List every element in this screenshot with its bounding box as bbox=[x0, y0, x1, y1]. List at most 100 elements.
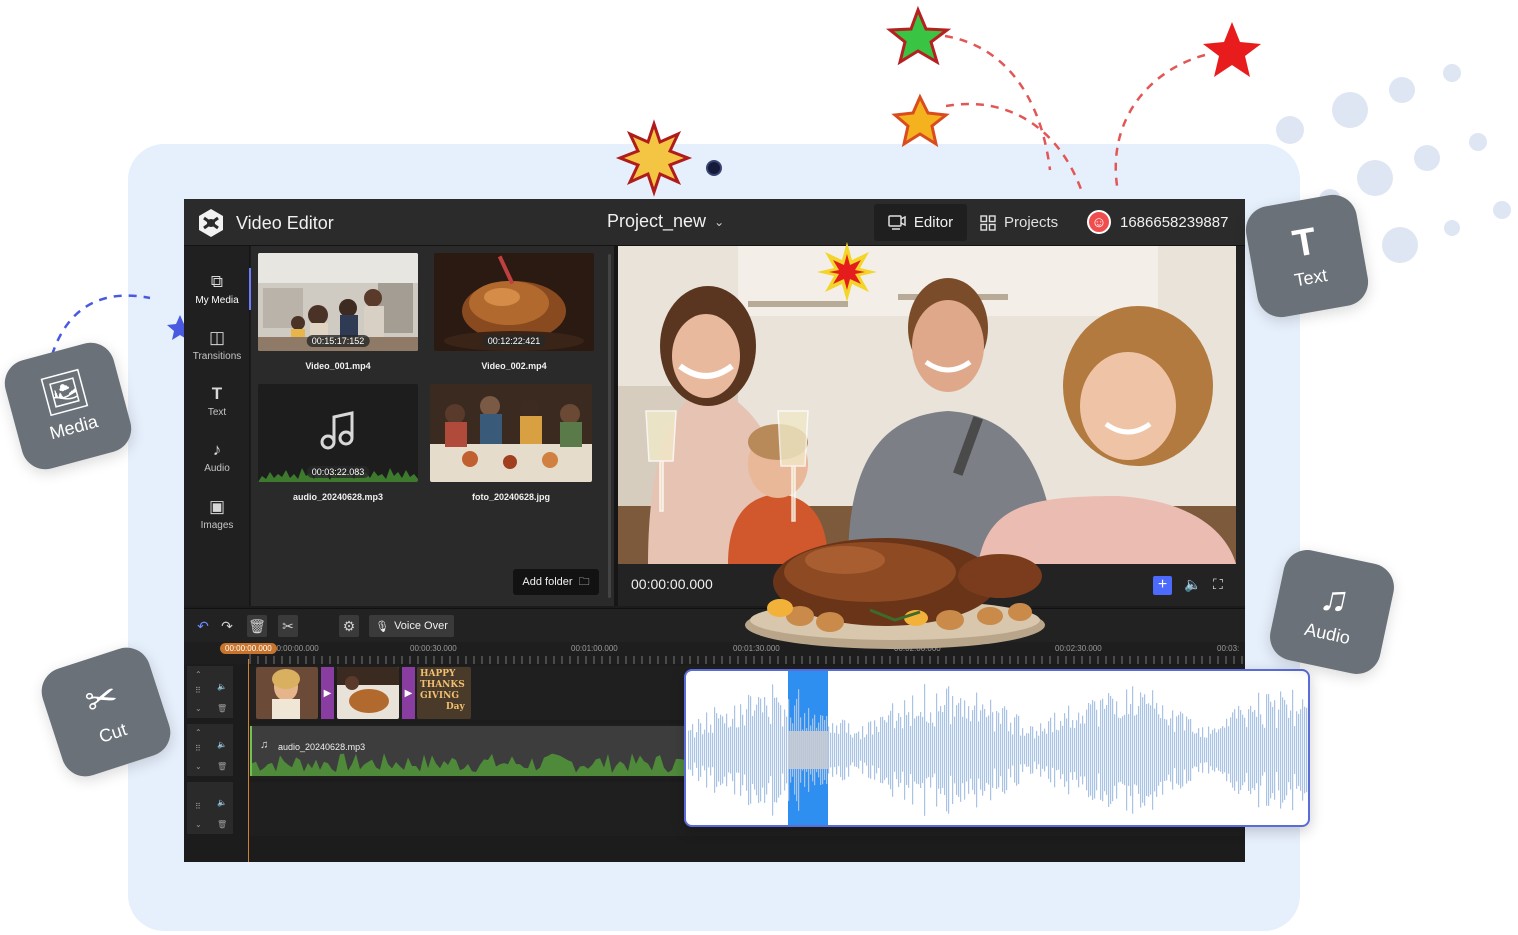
rail-images[interactable]: ▣ Images bbox=[184, 489, 250, 539]
media-panel: 00:15:17:152 Video_001.mp4 00:12:22:421 … bbox=[251, 246, 614, 606]
chevron-up-icon[interactable]: ⌃ bbox=[195, 670, 202, 679]
waveform-bar bbox=[1102, 698, 1104, 802]
mute-icon[interactable]: 🔈 bbox=[217, 740, 227, 749]
rail-audio[interactable]: ♪ Audio bbox=[184, 432, 250, 482]
delete-track-icon[interactable]: 🗑 bbox=[217, 762, 227, 771]
rail-text[interactable]: T Text bbox=[184, 376, 250, 426]
drag-handle-icon[interactable]: ⠿ bbox=[195, 744, 201, 753]
waveform-bar bbox=[738, 727, 740, 773]
transition-marker[interactable]: ▶ bbox=[402, 667, 415, 719]
timeline-ruler[interactable]: 00:00:00.000 00:00:30.000 00:01:00.000 0… bbox=[184, 642, 1245, 664]
waveform-bar bbox=[1304, 706, 1306, 794]
add-folder-button[interactable]: Add folder 🗀 bbox=[513, 569, 599, 595]
waveform-bar bbox=[1204, 737, 1206, 763]
video-clip[interactable] bbox=[256, 667, 318, 719]
rail-transitions[interactable]: ◫ Transitions bbox=[184, 320, 250, 370]
music-note-icon: ♪ bbox=[212, 440, 222, 459]
waveform-bar bbox=[854, 733, 856, 767]
tab-editor[interactable]: Editor bbox=[874, 204, 967, 241]
waveform-bar bbox=[748, 694, 750, 806]
chevron-down-icon[interactable]: ⌄ bbox=[195, 762, 202, 771]
volume-icon[interactable]: 🔈 bbox=[1184, 576, 1201, 593]
waveform-bar bbox=[862, 726, 864, 774]
media-thumb-video-001[interactable]: 00:15:17:152 bbox=[258, 253, 418, 351]
media-thumb-image[interactable] bbox=[430, 384, 592, 482]
chevron-up-icon[interactable]: ⌃ bbox=[195, 728, 202, 737]
waveform-bar bbox=[1296, 711, 1298, 789]
preview-timecode: 00:00:00.000 bbox=[631, 576, 713, 592]
waveform-bar bbox=[940, 706, 942, 794]
video-clip[interactable] bbox=[337, 667, 399, 719]
media-scrollbar[interactable] bbox=[608, 254, 611, 598]
mute-icon[interactable]: 🔈 bbox=[217, 682, 227, 691]
waveform-bar bbox=[1288, 717, 1290, 783]
rail-label: My Media bbox=[195, 295, 239, 306]
waveform-bar bbox=[1090, 704, 1092, 796]
star-green bbox=[885, 5, 952, 66]
tablet-camera bbox=[706, 160, 722, 176]
media-thumb-audio[interactable]: 00:03:22.083 bbox=[258, 384, 418, 482]
add-to-timeline-button[interactable]: + bbox=[1153, 576, 1172, 595]
audio-track-controls: ⌃ ⠿ ⌄ 🔈 🗑 bbox=[187, 724, 233, 776]
waveform-zoom-panel[interactable] bbox=[684, 669, 1310, 827]
waveform-bar bbox=[1300, 709, 1302, 791]
waveform-bar bbox=[1092, 700, 1094, 800]
waveform-bar bbox=[1280, 691, 1282, 809]
microphone-icon: 🎙 bbox=[375, 620, 390, 633]
waveform-bar bbox=[858, 731, 860, 769]
playhead-time-badge[interactable]: 00:00:00.000 bbox=[220, 643, 277, 654]
redo-icon[interactable]: ↷ bbox=[218, 615, 236, 637]
undo-icon[interactable]: ↶ bbox=[194, 615, 212, 637]
title-card-clip[interactable]: HAPPY THANKS GIVING Day bbox=[417, 667, 471, 719]
waveform-bar bbox=[754, 710, 756, 790]
waveform-bar bbox=[1252, 711, 1254, 789]
chevron-down-icon: ⌄ bbox=[714, 214, 725, 229]
waveform-bar bbox=[1258, 692, 1260, 808]
transition-marker[interactable]: ▶ bbox=[321, 667, 334, 719]
waveform-bar bbox=[950, 724, 952, 776]
audio-clip[interactable]: ♫ audio_20240628.mp3 bbox=[250, 726, 692, 776]
waveform-bar bbox=[702, 734, 704, 766]
mute-icon[interactable]: 🔈 bbox=[217, 798, 227, 807]
delete-track-icon[interactable]: 🗑 bbox=[217, 820, 227, 829]
roast-turkey-image bbox=[745, 538, 1045, 649]
user-account[interactable]: ☺ 1686658239887 bbox=[1087, 210, 1228, 234]
voice-over-button[interactable]: 🎙 Voice Over bbox=[369, 615, 454, 637]
tab-projects[interactable]: Projects bbox=[980, 204, 1058, 241]
waveform-bar bbox=[1206, 737, 1208, 763]
fullscreen-icon[interactable]: ⛶ bbox=[1213, 576, 1223, 593]
waveform-bar bbox=[924, 684, 926, 816]
media-thumb-video-002[interactable]: 00:12:22:421 bbox=[434, 253, 594, 351]
settings-icon[interactable]: ⚙ bbox=[339, 615, 359, 637]
waveform-bar bbox=[756, 704, 758, 796]
waveform-bar bbox=[766, 705, 768, 795]
waveform-bar bbox=[876, 726, 878, 774]
waveform-bar bbox=[1006, 709, 1008, 791]
waveform-bar bbox=[1212, 729, 1214, 771]
waveform-bar bbox=[1298, 713, 1300, 787]
waveform-bar bbox=[972, 710, 974, 790]
rail-my-media[interactable]: ⧉ My Media bbox=[184, 264, 251, 314]
chevron-down-icon[interactable]: ⌄ bbox=[195, 820, 202, 829]
waveform-bar bbox=[1056, 729, 1058, 771]
waveform-bar bbox=[1070, 727, 1072, 773]
project-selector[interactable]: Project_new ⌄ bbox=[607, 211, 724, 232]
waveform-bar bbox=[736, 727, 738, 773]
playhead[interactable] bbox=[248, 659, 249, 862]
drag-handle-icon[interactable]: ⠿ bbox=[195, 802, 201, 811]
waveform-bar bbox=[856, 733, 858, 767]
waveform-bar bbox=[1232, 712, 1234, 788]
delete-track-icon[interactable]: 🗑 bbox=[217, 704, 227, 713]
brand[interactable]: Video Editor bbox=[196, 208, 334, 238]
ruler-label: 00:01:00.000 bbox=[571, 644, 618, 653]
drag-handle-icon[interactable]: ⠿ bbox=[195, 686, 201, 695]
waveform-bar bbox=[904, 700, 906, 800]
waveform-bar bbox=[878, 731, 880, 769]
delete-icon[interactable]: 🗑 bbox=[247, 615, 267, 637]
chevron-down-icon[interactable]: ⌄ bbox=[195, 704, 202, 713]
waveform-bar bbox=[1016, 714, 1018, 786]
split-icon[interactable]: ✂ bbox=[278, 615, 298, 637]
waveform-bar bbox=[938, 711, 940, 789]
waveform-bar bbox=[1236, 718, 1238, 782]
waveform-bar bbox=[978, 721, 980, 779]
